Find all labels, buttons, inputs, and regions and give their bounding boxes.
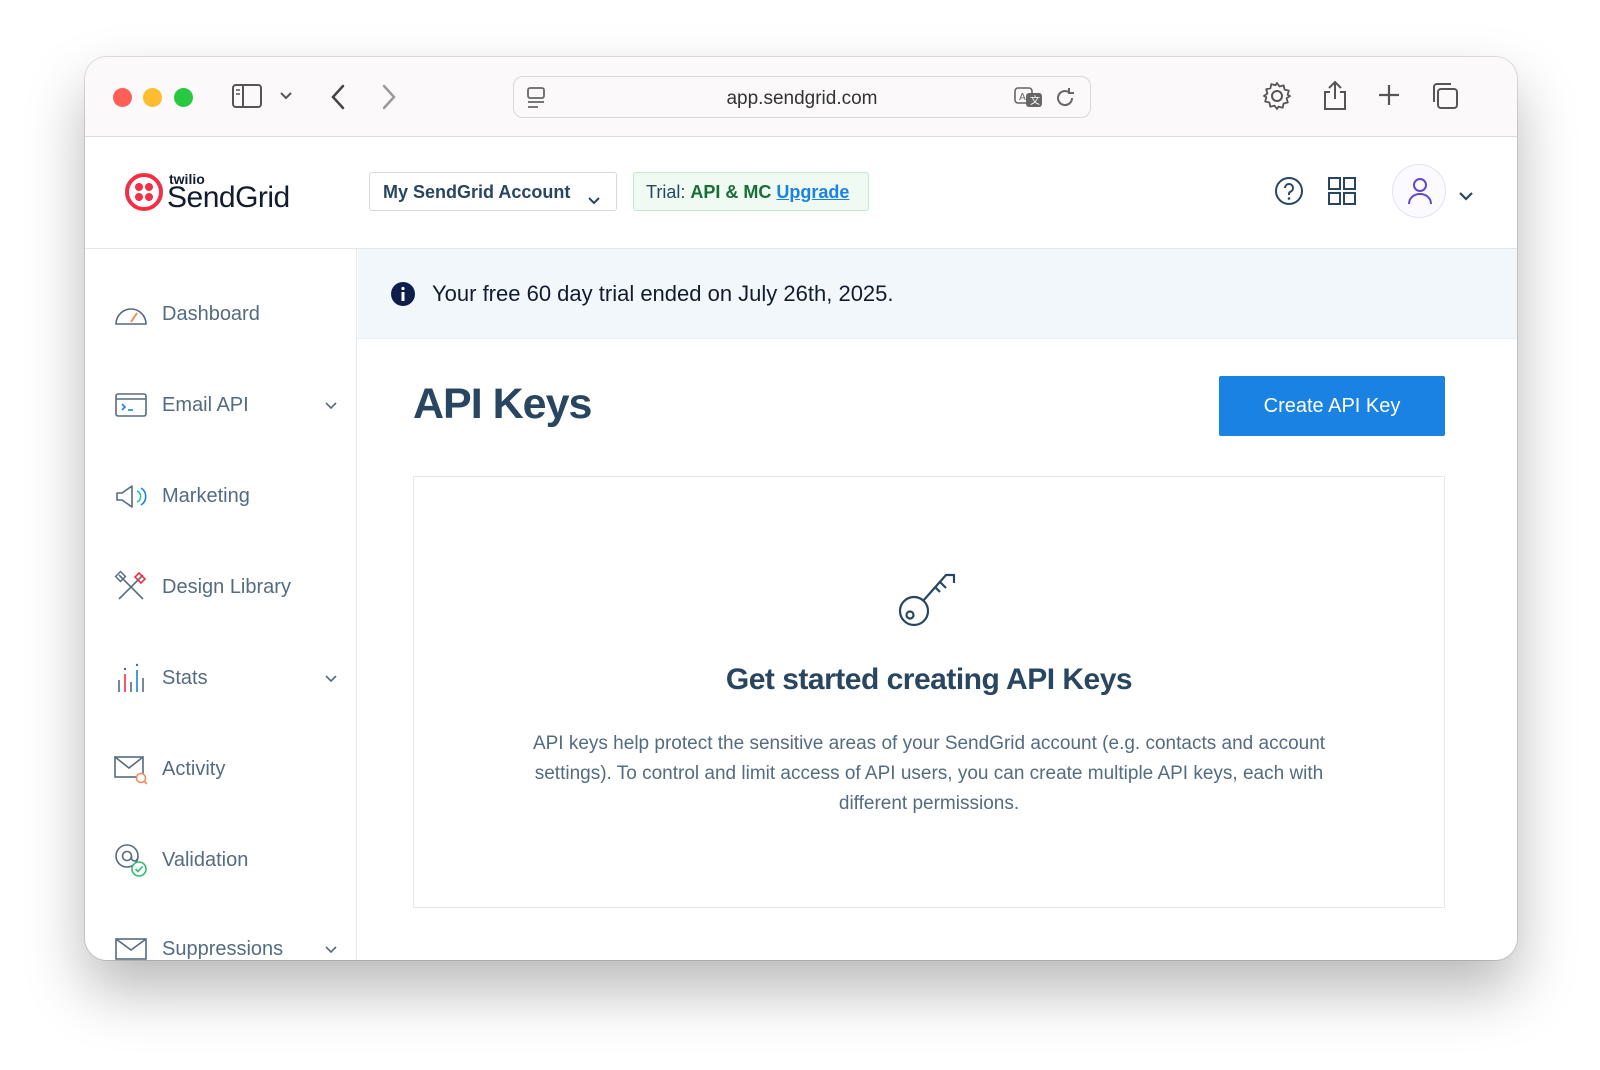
back-icon[interactable]	[330, 84, 346, 110]
envelope-search-icon	[113, 751, 149, 787]
sidebar-item-label: Suppressions	[162, 938, 284, 960]
sidebar-item-email-api[interactable]: Email API	[85, 375, 357, 435]
sidebar-toggle-icon[interactable]	[232, 84, 262, 108]
forward-icon[interactable]	[381, 84, 397, 110]
chevron-down-icon	[325, 397, 337, 415]
empty-state-title: Get started creating API Keys	[725, 663, 1133, 696]
design-tools-icon	[113, 569, 149, 605]
sidebar-item-dashboard[interactable]: Dashboard	[85, 284, 357, 344]
empty-state-card: Get started creating API Keys API keys h…	[413, 476, 1445, 908]
translate-icon[interactable]: A文	[1014, 87, 1044, 109]
app-header: twilio SendGrid My SendGrid Account Tria…	[85, 137, 1517, 249]
minimize-window-button[interactable]	[143, 88, 162, 107]
at-check-icon	[113, 842, 149, 878]
chevron-down-icon[interactable]	[280, 92, 292, 100]
chevron-down-icon	[325, 670, 337, 688]
tab-overview-icon[interactable]	[1430, 81, 1460, 111]
share-icon[interactable]	[1322, 79, 1348, 111]
sidebar-item-validation[interactable]: Validation	[85, 830, 357, 890]
sidebar-item-activity[interactable]: Activity	[85, 739, 357, 799]
key-icon	[896, 565, 960, 629]
close-window-button[interactable]	[113, 88, 132, 107]
svg-text:文: 文	[1030, 94, 1040, 107]
sidebar-nav: Dashboard Email API Marketing Design Lib…	[85, 249, 357, 960]
dashboard-gauge-icon	[113, 296, 149, 332]
settings-gear-icon[interactable]	[1262, 81, 1292, 111]
account-selector[interactable]: My SendGrid Account	[369, 172, 617, 211]
sidebar-item-label: Email API	[162, 394, 249, 416]
chevron-down-icon	[325, 941, 337, 959]
twilio-logo-icon	[125, 173, 163, 211]
banner-text: Your free 60 day trial ended on July 26t…	[432, 281, 894, 306]
url-text: app.sendgrid.com	[726, 88, 878, 109]
create-api-key-button[interactable]: Create API Key	[1219, 376, 1445, 436]
logo-sendgrid-text: SendGrid	[167, 181, 290, 214]
terminal-window-icon	[113, 387, 149, 423]
sidebar-item-suppressions[interactable]: Suppressions	[85, 919, 357, 960]
browser-toolbar: app.sendgrid.com A文	[85, 57, 1517, 137]
page-title: API Keys	[413, 380, 592, 428]
new-tab-icon[interactable]	[1377, 83, 1401, 107]
sidebar-item-label: Dashboard	[162, 303, 260, 325]
svg-text:A: A	[1019, 92, 1026, 103]
reload-icon[interactable]	[1054, 87, 1076, 109]
sendgrid-logo[interactable]: twilio SendGrid	[125, 171, 305, 217]
trial-badge: Trial: API & MC Upgrade	[633, 172, 869, 211]
trial-plan: API & MC	[690, 182, 772, 202]
megaphone-icon	[113, 478, 149, 514]
main-content: Your free 60 day trial ended on July 26t…	[358, 249, 1517, 960]
account-selector-label: My SendGrid Account	[383, 182, 571, 202]
sidebar-item-label: Design Library	[162, 576, 291, 598]
address-bar[interactable]: app.sendgrid.com A文	[513, 76, 1091, 118]
sidebar-item-stats[interactable]: Stats	[85, 648, 357, 708]
sidebar-item-label: Validation	[162, 849, 249, 871]
help-icon[interactable]	[1274, 176, 1304, 211]
sidebar-item-label: Activity	[162, 758, 226, 780]
info-icon	[391, 282, 415, 306]
apps-grid-icon[interactable]	[1328, 177, 1356, 210]
chevron-down-icon	[588, 189, 600, 210]
trial-prefix: Trial:	[646, 182, 686, 202]
zoom-window-button[interactable]	[174, 88, 193, 107]
trial-ended-banner: Your free 60 day trial ended on July 26t…	[358, 249, 1517, 339]
sidebar-item-marketing[interactable]: Marketing	[85, 466, 357, 526]
user-avatar[interactable]	[1392, 164, 1446, 218]
upgrade-link[interactable]: Upgrade	[776, 182, 849, 202]
envelope-icon	[113, 931, 149, 960]
chevron-down-icon[interactable]	[1459, 188, 1473, 206]
browser-window: app.sendgrid.com A文 twilio SendGrid My S…	[85, 57, 1517, 960]
bar-chart-icon	[113, 660, 149, 696]
sidebar-item-label: Marketing	[162, 485, 250, 507]
sidebar-item-label: Stats	[162, 667, 208, 689]
sidebar-item-design-library[interactable]: Design Library	[85, 557, 357, 617]
user-icon	[1408, 178, 1432, 205]
empty-state-description: API keys help protect the sensitive area…	[532, 733, 1326, 814]
